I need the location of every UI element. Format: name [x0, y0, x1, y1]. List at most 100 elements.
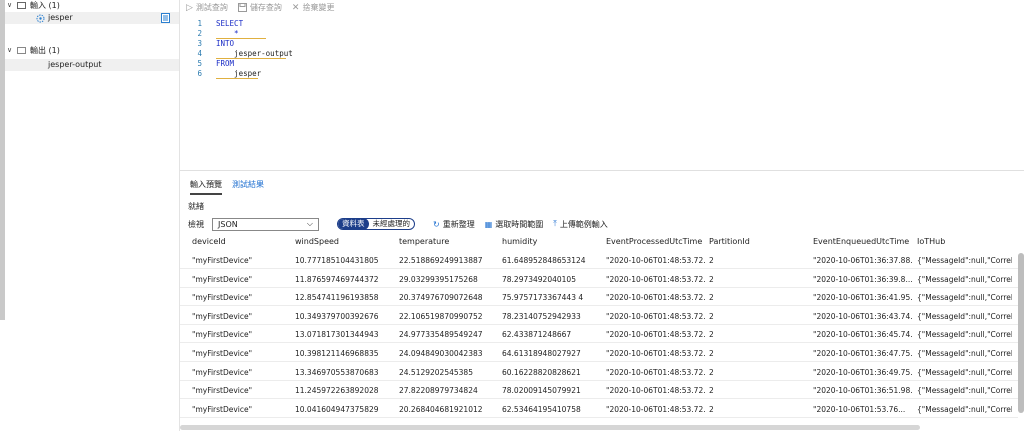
column-header[interactable]: humidity	[502, 237, 602, 246]
table-cell: 78.2973492040105	[502, 274, 576, 284]
table-cell: {"MessageId":null,"Correla...	[917, 404, 1012, 414]
output-blank-icon	[36, 61, 45, 70]
table-cell: 24.977335489549247	[399, 330, 483, 340]
table-cell: 20.374976709072648	[399, 293, 483, 303]
table-cell: {"MessageId":null,"Correla...	[917, 274, 1012, 284]
table-cell: 12.854741196193858	[295, 293, 379, 303]
table-cell: "2020-10-06T01:53.76...	[813, 404, 906, 414]
discard-changes-label: 捨棄變更	[302, 3, 335, 12]
table-cell: {"MessageId":null,"Correla...	[917, 256, 1012, 265]
test-query-button[interactable]: ▷ 測試查詢	[186, 2, 228, 13]
inputs-group-header[interactable]: ∨ 輸入 (1)	[7, 0, 60, 11]
results-table: deviceId windSpeed temperature humidity Even…	[180, 233, 1024, 431]
document-icon[interactable]	[161, 13, 170, 23]
table-row[interactable]: "myFirstDevice" 11.245972263892028 27.8220…	[180, 383, 1018, 400]
table-cell: "myFirstDevice"	[192, 293, 253, 303]
table-cell: "myFirstDevice"	[192, 311, 253, 321]
play-icon: ▷	[186, 2, 193, 13]
discard-changes-button[interactable]: ✕ 捨棄變更	[292, 2, 335, 13]
input-icon	[17, 2, 26, 9]
left-panel-scrollbar[interactable]	[0, 0, 5, 320]
table-cell: 62.433871248667	[502, 330, 572, 340]
table-cell: 2	[709, 404, 714, 414]
table-cell: 10.777185104431805	[295, 256, 379, 265]
table-raw-toggle[interactable]: 資料表 未經處理的	[337, 218, 415, 230]
status-text: 就緒	[188, 202, 204, 211]
table-cell: "2020-10-06T01:48:53.72...	[606, 404, 706, 414]
outputs-group-header[interactable]: ∨ 輸出 (1)	[7, 45, 60, 56]
table-cell: "myFirstDevice"	[192, 330, 253, 340]
save-query-button[interactable]: 儲存查詢	[237, 2, 282, 13]
query-editor[interactable]: 1 SELECT 2 * 3 INTO 4 jesper-output 5 FR…	[180, 15, 1024, 145]
table-row[interactable]: "myFirstDevice" 10.349379700392676 22.1065…	[180, 309, 1018, 325]
column-header[interactable]: windSpeed	[295, 237, 395, 246]
column-header[interactable]: EventEnqueuedUtcTime	[813, 237, 913, 246]
table-cell: 78.02009145079921	[502, 386, 581, 396]
line-number: 6	[197, 69, 202, 78]
column-header[interactable]: deviceId	[192, 237, 292, 246]
line-number: 2	[197, 29, 202, 38]
table-row[interactable]: "myFirstDevice" 10.777185104431805 22.5188…	[180, 253, 1018, 269]
code-line: SELECT	[216, 19, 244, 28]
table-cell: 22.518869249913887	[399, 256, 483, 265]
table-cell: 27.82208979734824	[399, 386, 478, 396]
upload-icon: ⤒	[553, 219, 557, 228]
table-cell: 62.53464195410758	[502, 404, 581, 414]
table-row[interactable]: "myFirstDevice" 10.041604947375829 20.2684…	[180, 402, 1018, 418]
column-header[interactable]: PartitionId	[709, 237, 809, 246]
code-line: *	[216, 29, 266, 39]
output-item-jesper-output[interactable]: jesper-output	[5, 59, 179, 71]
table-row[interactable]: "myFirstDevice" 10.398121146968835 24.0948…	[180, 346, 1018, 362]
table-cell: "myFirstDevice"	[192, 349, 253, 358]
table-cell: {"MessageId":null,"Correla...	[917, 349, 1012, 358]
column-header[interactable]: IoTHub	[917, 237, 1012, 246]
refresh-button[interactable]: ↻ 重新整理	[433, 219, 475, 230]
table-row[interactable]: "myFirstDevice" 13.071817301344943 24.9773…	[180, 327, 1018, 344]
table-cell: 24.5129202545385	[399, 367, 473, 377]
outputs-header-label: 輸出 (1)	[30, 46, 60, 55]
table-cell: "2020-10-06T01:36:47.75...	[813, 349, 913, 358]
table-cell: 10.349379700392676	[295, 311, 379, 321]
code-line: FROM	[216, 59, 235, 68]
table-vertical-scrollbar[interactable]	[1018, 253, 1024, 413]
table-row[interactable]: "myFirstDevice" 11.876597469744372 29.0329…	[180, 272, 1018, 288]
table-cell: "2020-10-06T01:36:45.74...	[813, 330, 913, 340]
upload-sample-input-button[interactable]: ⤒ 上傳範例輸入	[553, 219, 608, 230]
table-cell: 2	[709, 367, 714, 377]
table-cell: "2020-10-06T01:48:53.72...	[606, 274, 706, 284]
format-select[interactable]: JSON ⌵	[212, 217, 319, 231]
table-header-row: deviceId windSpeed temperature humidity Even…	[180, 233, 1018, 249]
column-header[interactable]: temperature	[399, 237, 499, 246]
table-horizontal-scrollbar[interactable]	[180, 425, 920, 430]
table-cell: 22.106519870990752	[399, 311, 483, 321]
table-row[interactable]: "myFirstDevice" 13.346970553870683 24.5129…	[180, 365, 1018, 381]
table-cell: {"MessageId":null,"Correla...	[917, 311, 1012, 321]
table-cell: 20.268404681921012	[399, 404, 483, 414]
line-number: 3	[197, 39, 202, 48]
table-cell: "2020-10-06T01:48:53.72...	[606, 293, 706, 303]
editor-results-divider[interactable]	[180, 170, 1024, 171]
view-controls: 檢視 JSON ⌵ 資料表 未經處理的 ↻ 重新整理 ▦ 選取時間範圍 ⤒ 上傳…	[188, 217, 608, 231]
table-cell: 60.16228820828621	[502, 367, 581, 377]
inputs-outputs-panel: ∨ 輸入 (1) jesper ∨ 輸出 (1) jesper-output	[0, 0, 179, 431]
chevron-down-icon: ∨	[7, 46, 13, 54]
code-line: jesper	[216, 69, 262, 79]
table-cell: 2	[709, 349, 714, 358]
table-row[interactable]: "myFirstDevice" 12.854741196193858 20.3749…	[180, 290, 1018, 307]
inputs-header-label: 輸入 (1)	[30, 1, 60, 10]
chevron-down-icon: ⌵	[306, 219, 313, 228]
test-query-label: 測試查詢	[195, 3, 228, 12]
toggle-raw-option[interactable]: 未經處理的	[369, 219, 415, 229]
tab-test-results[interactable]: 測試結果	[232, 179, 264, 195]
tab-input-preview[interactable]: 輸入預覽	[190, 179, 222, 195]
table-cell: 78.23140752942933	[502, 311, 581, 321]
column-header[interactable]: EventProcessedUtcTime	[606, 237, 706, 246]
table-cell: "myFirstDevice"	[192, 386, 253, 396]
table-cell: "2020-10-06T01:36:39.8...	[813, 274, 913, 284]
table-cell: "2020-10-06T01:48:53.72...	[606, 256, 706, 265]
table-cell: 29.03299395175268	[399, 274, 478, 284]
select-time-range-button[interactable]: ▦ 選取時間範圍	[485, 219, 544, 230]
toggle-table-option[interactable]: 資料表	[338, 219, 369, 229]
table-cell: 2	[709, 386, 714, 396]
input-item-jesper[interactable]: jesper	[5, 12, 179, 24]
